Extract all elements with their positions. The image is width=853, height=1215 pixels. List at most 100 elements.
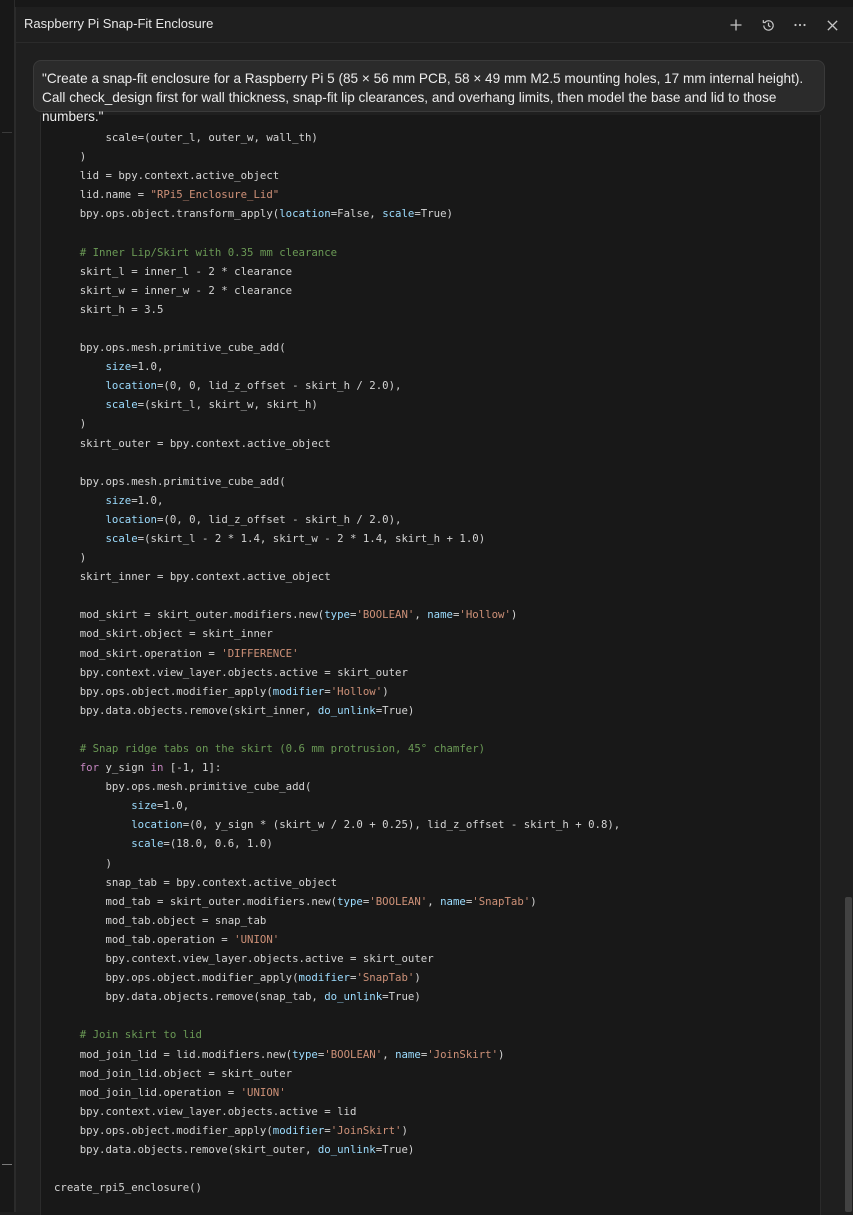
code-token: # Snap ridge tabs on the skirt (0.6 mm p… [54,742,486,755]
code-token: =(0, y_sign * (skirt_w / 2.0 + 0.25), li… [182,818,621,832]
code-line: scale=(outer_l, outer_w, wall_th) [54,128,620,147]
code-token: =True) [414,207,453,221]
code-token: location [131,818,183,832]
scrollbar-thumb[interactable] [845,897,852,1212]
code-token: scale=(outer_l, outer_w, wall_th) [54,131,318,144]
code-line: create_rpi5_enclosure() [54,1178,620,1197]
code-line: skirt_inner = bpy.context.active_object [54,567,620,586]
code-line: bpy.context.view_layer.objects.active = … [54,949,620,968]
code-token: mod_skirt.operation = [54,646,222,660]
code-line: for y_sign in [-1, 1]: [54,758,620,777]
code-token: in [150,761,164,775]
code-token: "RPi5_Enclosure_Lid" [150,188,280,202]
code-token: location [105,379,157,393]
code-token: scale [105,398,138,412]
code-token: =1.0, [156,799,190,813]
code-line: size=1.0, [54,796,620,815]
code-token: 'UNION' [234,932,280,946]
code-token: snap_tab = bpy.context.active_object [54,875,338,889]
code-token: mod_skirt.object = skirt_inner [54,627,273,641]
close-button[interactable] [819,12,845,38]
code-token: ) [54,551,87,565]
panel-title: Raspberry Pi Snap-Fit Enclosure [24,16,214,31]
code-token: bpy.data.objects.remove(skirt_inner, [54,703,318,717]
code-token: skirt_inner = bpy.context.active_object [54,570,331,584]
code-token: ) [382,684,389,698]
code-token: do_unlink [317,1142,376,1156]
code-token: scale [382,207,415,221]
new-chat-button[interactable] [723,12,749,38]
close-icon [826,19,838,31]
code-token: =(skirt_l, skirt_w, skirt_h) [137,398,318,412]
code-line: ) [54,854,620,873]
code-line: bpy.ops.object.modifier_apply(modifier='… [54,1121,620,1140]
history-button[interactable] [755,12,781,38]
history-icon [762,19,774,31]
code-token: # Join skirt to lid [54,1028,202,1042]
code-line: scale=(skirt_l, skirt_w, skirt_h) [54,395,620,414]
code-token: =True) [375,703,415,717]
code-token: mod_join_lid.object = skirt_outer [54,1066,293,1080]
code-token: mod_tab = skirt_outer.modifiers.new( [54,894,338,908]
code-block[interactable]: scale=(outer_l, outer_w, wall_th) ) lid … [40,115,821,1215]
code-token: name [427,608,453,622]
code-token: mod_skirt = skirt_outer.modifiers.new( [54,608,325,622]
code-token: 'UNION' [240,1085,286,1099]
code-line: ) [54,548,620,567]
code-line: lid.name = "RPi5_Enclosure_Lid" [54,185,620,204]
code-line: mod_tab = skirt_outer.modifiers.new(type… [54,892,620,911]
code-token: =True) [382,990,421,1004]
code-line: skirt_h = 3.5 [54,300,620,319]
code-token: location [105,512,157,526]
code-token: 'BOOLEAN' [324,1047,383,1061]
code-token: =1.0, [131,493,164,507]
code-line: location=(0, y_sign * (skirt_w / 2.0 + 0… [54,815,620,834]
code-token: 'JoinSkirt' [330,1123,402,1137]
code-line: mod_join_lid.operation = 'UNION' [54,1083,620,1102]
code-line: skirt_w = inner_w - 2 * clearance [54,281,620,300]
code-token: mod_tab.operation = [54,932,235,946]
code-token: =1.0, [131,360,164,374]
user-prompt-bubble[interactable]: "Create a snap-fit enclosure for a Raspb… [33,60,825,124]
code-token: y_sign [99,761,151,775]
plus-icon [730,19,742,31]
code-token: skirt_w = inner_w - 2 * clearance [54,283,293,297]
code-line: skirt_l = inner_l - 2 * clearance [54,262,620,281]
code-token: ) [510,608,518,622]
chat-panel: Raspberry Pi Snap-Fit Enclosure "Create … [15,7,853,1215]
code-token: ) [414,971,421,985]
code-token: 'SnapTab' [356,971,415,985]
code-line: mod_join_lid.object = skirt_outer [54,1064,620,1083]
code-line: mod_tab.object = snap_tab [54,911,620,930]
code-token: modifier [272,684,325,698]
code-token: ) [54,150,87,164]
code-line: bpy.ops.mesh.primitive_cube_add( [54,472,620,491]
code-token: lid.name = [54,188,151,202]
code-token: type [337,894,363,908]
code-token: modifier [298,971,350,985]
code-token: bpy.ops.mesh.primitive_cube_add( [54,780,312,794]
code-line: bpy.context.view_layer.objects.active = … [54,1102,620,1121]
code-token: # Inner Lip/Skirt with 0.35 mm clearance [54,245,338,259]
code-line: bpy.context.view_layer.objects.active = … [54,663,620,682]
code-token: size [105,493,132,507]
code-token: , [427,894,441,908]
code-token: size [105,360,132,374]
code-token: bpy.context.view_layer.objects.active = … [54,665,408,679]
code-token: for [79,761,100,775]
code-line: bpy.ops.object.modifier_apply(modifier='… [54,682,620,701]
more-actions-button[interactable] [787,12,813,38]
code-line: snap_tab = bpy.context.active_object [54,873,620,892]
